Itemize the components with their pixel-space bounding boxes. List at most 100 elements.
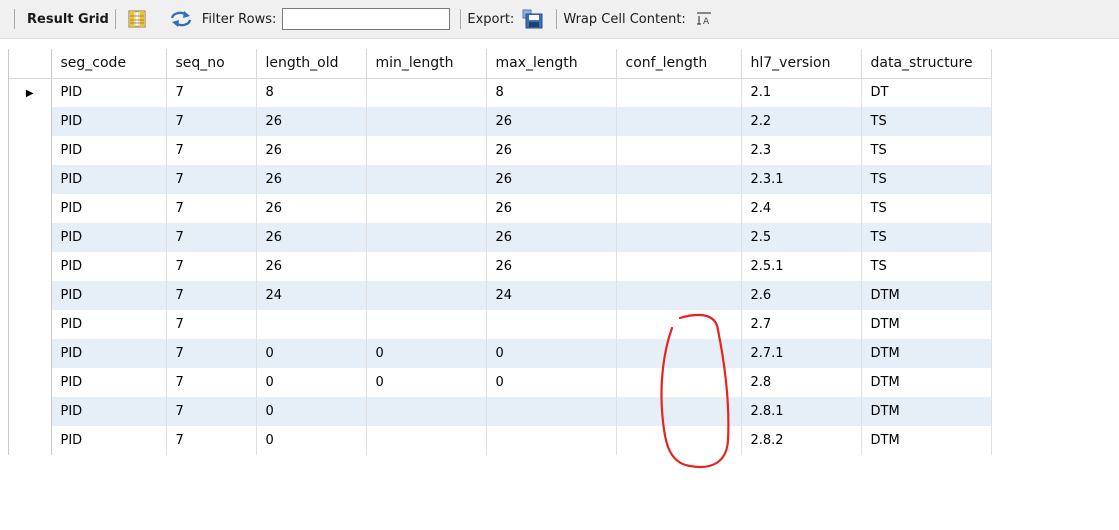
table-cell[interactable]: 0 <box>366 368 487 397</box>
table-cell[interactable] <box>616 223 742 252</box>
table-cell[interactable] <box>616 368 742 397</box>
table-cell[interactable]: DTM <box>861 339 992 368</box>
table-cell[interactable] <box>366 397 487 426</box>
row-selector[interactable] <box>9 397 52 426</box>
table-cell[interactable]: 26 <box>486 165 617 194</box>
refresh-icon[interactable] <box>170 10 192 28</box>
table-cell[interactable]: 2.7 <box>741 310 862 339</box>
table-cell[interactable]: 7 <box>166 339 257 368</box>
table-cell[interactable]: 2.3.1 <box>741 165 862 194</box>
column-header[interactable]: hl7_version <box>741 49 862 79</box>
table-cell[interactable]: 0 <box>256 339 367 368</box>
table-cell[interactable]: 7 <box>166 368 257 397</box>
table-row[interactable]: PID 7 0 2.8.1 DTM <box>9 397 992 426</box>
grid-layout-icon[interactable] <box>128 10 146 28</box>
table-cell[interactable]: 7 <box>166 194 257 223</box>
table-cell[interactable]: 7 <box>166 281 257 310</box>
wrap-text-icon[interactable]: A <box>696 11 712 27</box>
column-header[interactable]: data_structure <box>861 49 992 79</box>
table-cell[interactable] <box>366 223 487 252</box>
table-cell[interactable]: 26 <box>256 107 367 136</box>
table-cell[interactable]: 7 <box>166 165 257 194</box>
table-cell[interactable]: 2.4 <box>741 194 862 223</box>
table-cell[interactable]: 0 <box>486 368 617 397</box>
table-row[interactable]: PID 7 26 26 2.5 TS <box>9 223 992 252</box>
table-cell[interactable]: 26 <box>256 165 367 194</box>
table-cell[interactable]: PID <box>51 310 167 339</box>
row-selector[interactable] <box>9 223 52 252</box>
table-cell[interactable]: 0 <box>366 339 487 368</box>
table-cell[interactable]: PID <box>51 223 167 252</box>
table-cell[interactable]: 7 <box>166 252 257 281</box>
table-cell[interactable]: 26 <box>256 136 367 165</box>
table-cell[interactable]: TS <box>861 165 992 194</box>
table-row[interactable]: PID 7 26 26 2.3 TS <box>9 136 992 165</box>
row-selector[interactable] <box>9 252 52 281</box>
table-cell[interactable]: 8 <box>256 78 367 107</box>
table-cell[interactable] <box>486 426 617 455</box>
table-cell[interactable] <box>616 397 742 426</box>
table-cell[interactable] <box>616 136 742 165</box>
table-cell[interactable]: DTM <box>861 368 992 397</box>
row-selector[interactable] <box>9 165 52 194</box>
table-cell[interactable]: 26 <box>486 194 617 223</box>
row-selector[interactable] <box>9 368 52 397</box>
table-cell[interactable]: TS <box>861 223 992 252</box>
table-cell[interactable] <box>486 397 617 426</box>
filter-rows-input[interactable] <box>282 8 451 30</box>
table-cell[interactable] <box>616 252 742 281</box>
table-cell[interactable] <box>616 281 742 310</box>
table-cell[interactable]: DTM <box>861 281 992 310</box>
table-cell[interactable] <box>366 281 487 310</box>
table-cell[interactable] <box>366 165 487 194</box>
table-cell[interactable]: PID <box>51 397 167 426</box>
table-cell[interactable]: 26 <box>256 252 367 281</box>
table-cell[interactable]: PID <box>51 426 167 455</box>
table-cell[interactable] <box>366 252 487 281</box>
table-cell[interactable]: 26 <box>486 252 617 281</box>
table-row[interactable]: PID 7 0 0 0 2.7.1 DTM <box>9 339 992 368</box>
table-cell[interactable]: PID <box>51 281 167 310</box>
table-cell[interactable]: 26 <box>256 223 367 252</box>
export-save-icon[interactable] <box>522 9 544 29</box>
table-cell[interactable]: PID <box>51 78 167 107</box>
table-cell[interactable]: 8 <box>486 78 617 107</box>
row-selector[interactable] <box>9 339 52 368</box>
table-cell[interactable] <box>366 194 487 223</box>
table-cell[interactable]: 24 <box>486 281 617 310</box>
table-cell[interactable]: 26 <box>256 194 367 223</box>
table-row[interactable]: PID 7 0 2.8.2 DTM <box>9 426 992 455</box>
table-cell[interactable]: PID <box>51 194 167 223</box>
table-row[interactable]: PID 7 26 26 2.5.1 TS <box>9 252 992 281</box>
row-selector[interactable] <box>9 426 52 455</box>
table-cell[interactable] <box>256 310 367 339</box>
table-cell[interactable]: 2.5.1 <box>741 252 862 281</box>
table-row[interactable]: PID 7 2.7 DTM <box>9 310 992 339</box>
table-cell[interactable]: 7 <box>166 107 257 136</box>
column-header[interactable]: length_old <box>256 49 367 79</box>
table-cell[interactable]: TS <box>861 136 992 165</box>
table-cell[interactable]: 2.6 <box>741 281 862 310</box>
table-cell[interactable] <box>366 310 487 339</box>
table-cell[interactable]: TS <box>861 194 992 223</box>
table-cell[interactable]: PID <box>51 252 167 281</box>
table-cell[interactable]: DTM <box>861 310 992 339</box>
table-cell[interactable]: 2.8.2 <box>741 426 862 455</box>
table-row[interactable]: PID 7 0 0 0 2.8 DTM <box>9 368 992 397</box>
table-cell[interactable] <box>366 107 487 136</box>
table-cell[interactable]: 7 <box>166 426 257 455</box>
table-cell[interactable]: 2.2 <box>741 107 862 136</box>
table-cell[interactable]: 0 <box>256 397 367 426</box>
table-cell[interactable] <box>616 165 742 194</box>
table-cell[interactable]: 2.5 <box>741 223 862 252</box>
table-cell[interactable] <box>616 339 742 368</box>
table-cell[interactable] <box>616 310 742 339</box>
table-cell[interactable] <box>366 426 487 455</box>
table-row[interactable]: PID 7 24 24 2.6 DTM <box>9 281 992 310</box>
table-cell[interactable]: PID <box>51 368 167 397</box>
table-cell[interactable]: 2.8.1 <box>741 397 862 426</box>
row-selector[interactable] <box>9 136 52 165</box>
table-cell[interactable]: PID <box>51 165 167 194</box>
table-cell[interactable] <box>616 78 742 107</box>
row-selector[interactable] <box>9 310 52 339</box>
